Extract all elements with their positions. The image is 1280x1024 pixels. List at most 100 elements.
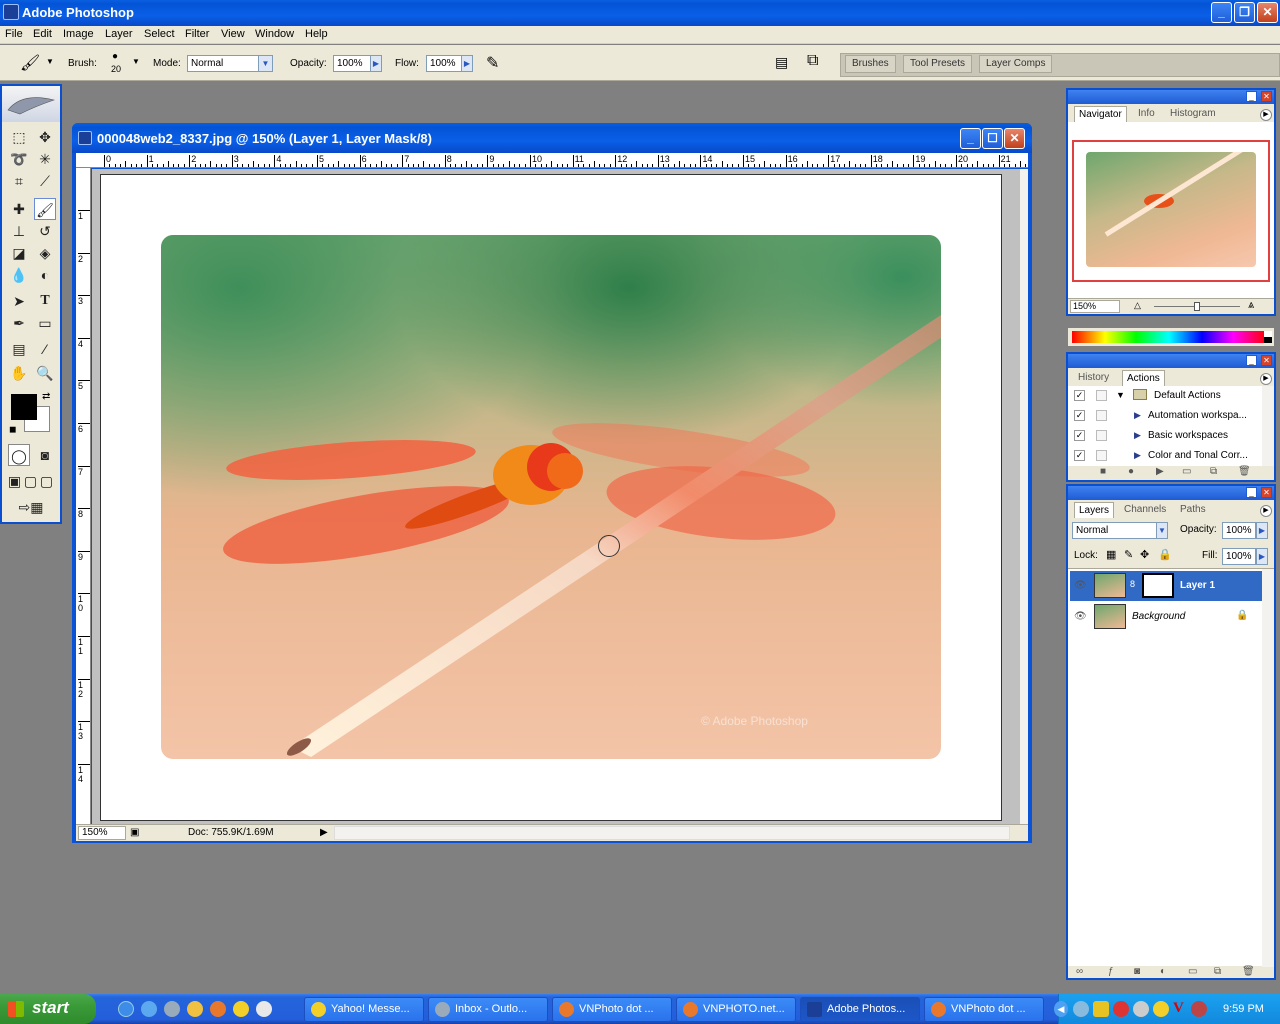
zoom-in-icon[interactable]: ⩓ — [1248, 299, 1254, 312]
crop-tool-icon[interactable]: ⌗ — [8, 170, 30, 192]
outlook-icon[interactable] — [164, 1001, 180, 1017]
tab-histogram[interactable]: Histogram — [1166, 106, 1220, 122]
opacity-arrow-icon[interactable]: ▶ — [370, 55, 382, 72]
file-browser-icon[interactable]: ▤ — [775, 54, 788, 71]
screen-mode-full-icon[interactable]: ▢ — [38, 470, 55, 492]
v-tray-icon[interactable]: V — [1173, 1000, 1184, 1017]
quicklaunch-plane-icon[interactable] — [187, 1001, 203, 1017]
dodge-tool-icon[interactable]: ◐ — [34, 264, 56, 286]
expand-arrow-icon[interactable]: ▼ — [1116, 390, 1125, 400]
brush-dot-icon[interactable]: ● — [112, 51, 118, 62]
tab-actions[interactable]: Actions — [1122, 370, 1165, 386]
menu-view[interactable]: View — [221, 28, 245, 40]
layer-row-background[interactable]: 👁 Background 🔒 — [1070, 602, 1262, 632]
tab-navigator[interactable]: Navigator — [1074, 106, 1127, 122]
navigator-proxy-view[interactable] — [1072, 140, 1270, 282]
eraser-tool-icon[interactable]: ◪ — [8, 242, 30, 264]
status-info-icon[interactable]: ▣ — [130, 827, 139, 838]
quick-mask-mode-icon[interactable]: ◙ — [34, 444, 56, 466]
dialog-toggle[interactable] — [1096, 450, 1107, 461]
zoom-tool-icon[interactable]: 🔍 — [34, 362, 56, 384]
document-canvas[interactable]: © Adobe Photoshop — [100, 174, 1002, 821]
firefox-icon[interactable] — [210, 1001, 226, 1017]
delete-layer-icon[interactable]: 🗑 — [1242, 966, 1255, 977]
action-row[interactable]: ✓ ▶ Color and Tonal Corr... — [1070, 446, 1260, 466]
document-maximize-button[interactable]: ☐ — [982, 128, 1003, 149]
start-button[interactable]: start — [0, 994, 96, 1024]
lock-transparency-icon[interactable]: ▦ — [1106, 548, 1116, 561]
new-set-icon[interactable]: ▭ — [1182, 466, 1191, 477]
menu-file[interactable]: File — [5, 28, 23, 40]
status-menu-arrow-icon[interactable]: ▶ — [320, 827, 328, 838]
palette-well-tab-tool-presets[interactable]: Tool Presets — [903, 55, 973, 73]
link-icon[interactable]: 8 — [1130, 579, 1135, 589]
action-check[interactable]: ✓ — [1074, 390, 1085, 401]
magic-wand-tool-icon[interactable]: ✳ — [34, 148, 56, 170]
canvas-area[interactable]: © Adobe Photoshop — [92, 169, 1020, 824]
palette-well-tab-brushes[interactable]: Brushes — [845, 55, 896, 73]
security-shield-icon[interactable] — [1093, 1001, 1109, 1017]
actions-menu-icon[interactable]: ▶ — [1260, 373, 1272, 385]
opacity-field[interactable]: 100% — [333, 55, 371, 72]
fill-arrow-icon[interactable]: ▶ — [1256, 548, 1268, 565]
action-check[interactable]: ✓ — [1074, 450, 1085, 461]
lock-pixels-icon[interactable]: ✎ — [1124, 548, 1133, 561]
task-vnphoto-2[interactable]: VNPhoto dot ... — [924, 997, 1044, 1022]
rectangle-tool-icon[interactable]: ▭ — [34, 312, 56, 334]
action-check[interactable]: ✓ — [1074, 430, 1085, 441]
new-group-icon[interactable]: ▭ — [1188, 966, 1197, 977]
network-icon[interactable] — [1073, 1001, 1089, 1017]
blur-tool-icon[interactable]: 💧 — [8, 264, 30, 286]
layers-scrollbar[interactable] — [1262, 569, 1274, 967]
play-icon[interactable]: ▶ — [1156, 466, 1164, 477]
adjustment-layer-icon[interactable]: ◐ — [1160, 966, 1166, 977]
eye-icon[interactable]: 👁 — [1074, 610, 1087, 623]
blend-mode-select[interactable]: Normal — [1072, 522, 1168, 539]
task-vnphoto-net[interactable]: VNPHOTO.net... — [676, 997, 796, 1022]
new-action-icon[interactable]: ⧉ — [1210, 466, 1217, 477]
tab-channels[interactable]: Channels — [1120, 502, 1170, 518]
add-mask-icon[interactable]: ◙ — [1134, 966, 1140, 977]
navigator-minimize-button[interactable]: _ — [1246, 91, 1257, 102]
collapsed-arrow-icon[interactable]: ▶ — [1134, 450, 1141, 461]
zoom-out-icon[interactable]: △ — [1134, 300, 1141, 311]
layer-mask-thumbnail[interactable] — [1142, 573, 1174, 598]
standard-mode-icon[interactable]: ◯ — [8, 444, 30, 466]
dialog-toggle[interactable] — [1096, 390, 1107, 401]
marquee-tool-icon[interactable]: ⬚ — [8, 126, 30, 148]
navigator-close-button[interactable]: ✕ — [1261, 91, 1272, 102]
brush-tool-preset-icon[interactable]: 🖌 — [20, 53, 40, 73]
stop-icon[interactable]: ■ — [1100, 466, 1106, 477]
collapsed-arrow-icon[interactable]: ▶ — [1134, 410, 1141, 421]
brush-tool-icon[interactable]: 🖌 — [34, 198, 56, 220]
color-ramp[interactable] — [1072, 331, 1266, 343]
close-button[interactable]: ✕ — [1257, 2, 1278, 23]
action-check[interactable]: ✓ — [1074, 410, 1085, 421]
fill-field[interactable]: 100% — [1222, 548, 1256, 565]
lock-position-icon[interactable]: ✥ — [1140, 548, 1149, 561]
tray-app-icon[interactable] — [1133, 1001, 1149, 1017]
layers-opacity-field[interactable]: 100% — [1222, 522, 1256, 539]
restore-button[interactable]: ❐ — [1234, 2, 1255, 23]
navigator-zoom-field[interactable]: 150% — [1070, 300, 1120, 313]
media-player-icon[interactable] — [256, 1001, 272, 1017]
layers-minimize-button[interactable]: _ — [1246, 487, 1257, 498]
menu-image[interactable]: Image — [63, 28, 94, 40]
collapsed-arrow-icon[interactable]: ▶ — [1134, 430, 1141, 441]
navigator-menu-icon[interactable]: ▶ — [1260, 109, 1272, 121]
tab-history[interactable]: History — [1074, 370, 1113, 386]
hand-tool-icon[interactable]: ✋ — [8, 362, 30, 384]
palette-well-icon[interactable]: ⧉ — [807, 52, 818, 70]
minimize-button[interactable]: _ — [1211, 2, 1232, 23]
chevron-down-icon[interactable]: ▼ — [46, 57, 54, 66]
swap-colors-icon[interactable]: ⇄ — [42, 391, 50, 402]
task-yahoo-messenger[interactable]: Yahoo! Messe... — [304, 997, 424, 1022]
internet-explorer-icon[interactable] — [118, 1001, 134, 1017]
menu-layer[interactable]: Layer — [105, 28, 133, 40]
record-icon[interactable]: ● — [1128, 466, 1134, 477]
dialog-toggle[interactable] — [1096, 430, 1107, 441]
lasso-tool-icon[interactable]: ➰ — [8, 148, 30, 170]
dragonfly-photo[interactable]: © Adobe Photoshop — [161, 235, 941, 759]
default-colors-icon[interactable]: ◼ — [9, 424, 16, 435]
action-row[interactable]: ✓ ▼ Default Actions — [1070, 386, 1260, 406]
